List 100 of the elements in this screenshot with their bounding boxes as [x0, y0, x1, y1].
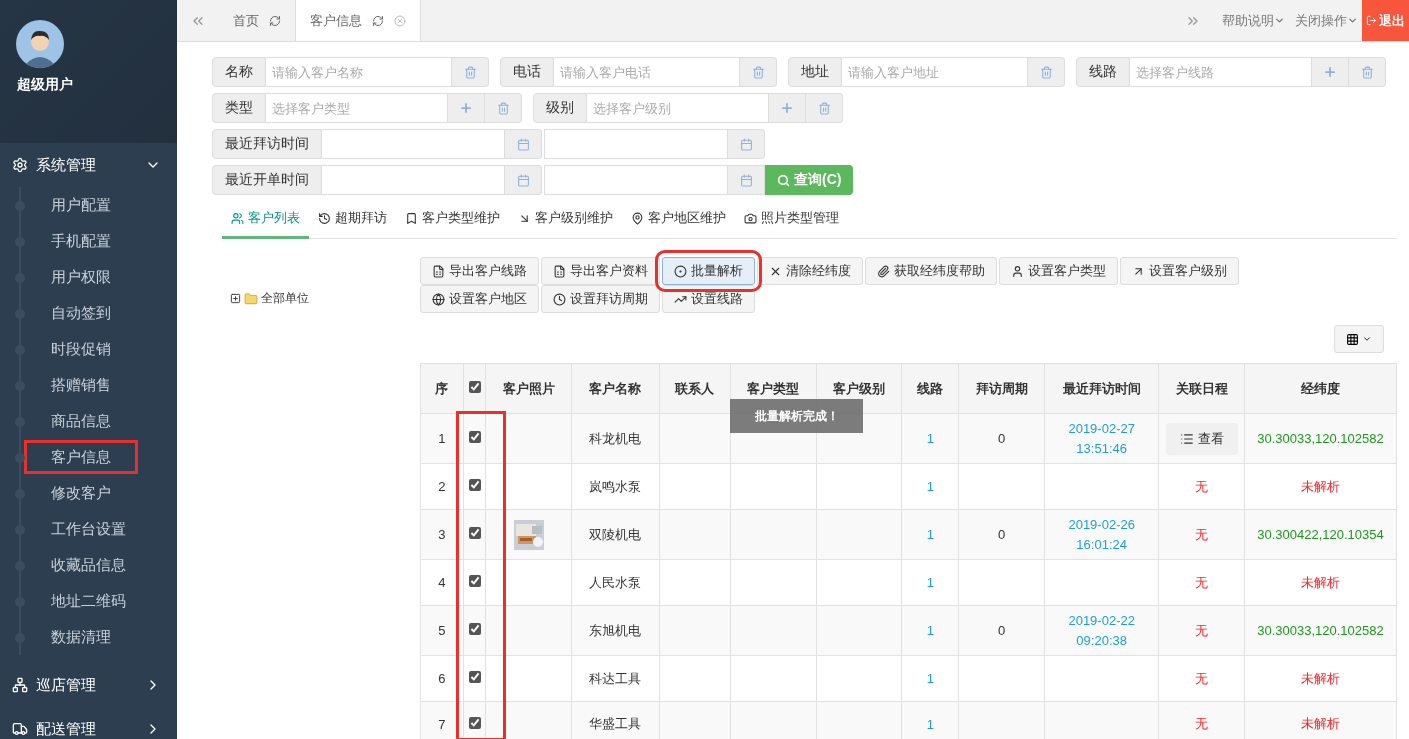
row-checkbox[interactable] — [468, 431, 481, 443]
column-header: 序 — [420, 363, 464, 414]
tab[interactable]: 客户地区维护 — [622, 201, 735, 239]
trash-icon — [817, 101, 831, 115]
calendar-icon — [516, 173, 530, 187]
menu-item[interactable]: 自动签到 — [24, 296, 138, 330]
action-button[interactable]: 获取经纬度帮助 — [865, 257, 997, 285]
action-button[interactable]: 导出客户线路 — [420, 257, 539, 285]
tab[interactable]: 客户列表 — [222, 201, 309, 239]
columns-button[interactable] — [1334, 325, 1384, 353]
row-checkbox[interactable] — [468, 623, 481, 635]
table-cell: 双陵机电 — [589, 526, 642, 542]
plus-icon — [780, 101, 794, 115]
input-field[interactable]: 选择客户级别 — [587, 93, 769, 123]
close-icon[interactable] — [394, 14, 406, 27]
row-checkbox[interactable] — [468, 479, 481, 491]
tab[interactable]: 超期拜访 — [309, 201, 396, 239]
logout-icon — [1366, 15, 1377, 26]
delete-button[interactable] — [452, 57, 489, 87]
date-field[interactable] — [322, 165, 505, 195]
calendar-button[interactable] — [728, 129, 765, 159]
coordinates: 30.30033,120.102582 — [1257, 431, 1384, 446]
tab[interactable]: 客户类型维护 — [396, 201, 509, 239]
input-field[interactable]: 选择客户线路 — [1130, 57, 1312, 87]
users-icon — [231, 211, 244, 225]
add-button[interactable] — [1312, 57, 1349, 87]
expand-icon[interactable] — [230, 293, 241, 304]
date-field[interactable] — [544, 165, 728, 195]
menu-item[interactable]: 用户配置 — [24, 188, 138, 222]
input-field[interactable]: 选择客户类型 — [266, 93, 448, 123]
row-checkbox[interactable] — [468, 671, 481, 683]
dropdown-menu[interactable]: 帮助说明 — [1214, 0, 1287, 41]
table-cell: 科达工具 — [589, 670, 642, 686]
history-icon — [318, 211, 331, 225]
menu-item[interactable]: 工作台设置 — [24, 512, 153, 546]
spreadsheet-icon — [432, 264, 445, 278]
delete-button[interactable] — [1349, 57, 1386, 87]
tree-node[interactable]: 全部单位 — [261, 290, 309, 307]
caret-icon — [1347, 15, 1358, 26]
menu-item[interactable]: 用户权限 — [24, 260, 138, 294]
menu-item[interactable]: 地址二维码 — [24, 584, 153, 618]
table-cell: 无 — [1195, 526, 1209, 542]
tab[interactable]: 客户级别维护 — [509, 201, 622, 239]
input-field[interactable]: 请输入客户电话 — [554, 57, 740, 87]
page-tab[interactable]: 客户信息 — [296, 0, 421, 41]
action-button[interactable]: 导出客户资料 — [541, 257, 660, 285]
timeline-dot — [15, 453, 25, 463]
calendar-button[interactable] — [728, 165, 765, 195]
table-cell: 无 — [1195, 574, 1209, 590]
field-label: 地址 — [788, 57, 842, 87]
table-cell: 1 — [438, 431, 446, 446]
menu-item[interactable]: 收藏品信息 — [24, 548, 153, 582]
action-button[interactable]: 设置拜访周期 — [541, 285, 660, 313]
column-header: 联系人 — [659, 363, 731, 414]
input-field[interactable]: 请输入客户地址 — [842, 57, 1028, 87]
action-button[interactable]: 设置客户级别 — [1120, 257, 1239, 285]
add-button[interactable] — [448, 93, 485, 123]
menu-item[interactable]: 时段促销 — [24, 332, 138, 366]
globe-icon — [432, 292, 445, 306]
settings-icon — [12, 157, 28, 173]
input-field[interactable]: 请输入客户名称 — [266, 57, 452, 87]
delete-button[interactable] — [806, 93, 843, 123]
action-button[interactable]: 设置客户地区 — [420, 285, 539, 313]
menu-item[interactable]: 修改客户 — [24, 476, 138, 510]
menu-item[interactable]: 商品信息 — [24, 404, 138, 438]
action-button[interactable]: 清除经纬度 — [757, 257, 863, 285]
dropdown-menu[interactable]: 关闭操作 — [1287, 0, 1360, 41]
add-button[interactable] — [769, 93, 806, 123]
calendar-button[interactable] — [505, 129, 542, 159]
menu-item[interactable]: 搭赠销售 — [24, 368, 138, 402]
calendar-icon — [516, 137, 530, 151]
menu-group[interactable]: 配送管理 — [0, 707, 177, 739]
table-cell: 无 — [1195, 670, 1209, 686]
delete-button[interactable] — [485, 93, 522, 123]
date-field[interactable] — [544, 129, 728, 159]
table-cell: 3 — [438, 527, 446, 542]
coordinates: 30.30033,120.102582 — [1257, 623, 1384, 638]
delete-button[interactable] — [740, 57, 777, 87]
table-cell: 0 — [998, 623, 1006, 638]
row-checkbox[interactable] — [468, 575, 481, 587]
date-field[interactable] — [322, 129, 505, 159]
view-button[interactable]: 查看 — [1165, 422, 1238, 455]
menu-group[interactable]: 系统管理 — [0, 143, 177, 187]
folder-icon — [244, 291, 258, 306]
table-cell: 未解析 — [1300, 574, 1340, 590]
delete-button[interactable] — [1028, 57, 1065, 87]
person-icon — [1011, 264, 1024, 278]
field-label: 类型 — [212, 93, 266, 123]
menu-item[interactable]: 数据清理 — [24, 620, 138, 654]
row-checkbox[interactable] — [468, 527, 481, 539]
menu-group[interactable]: 巡店管理 — [0, 663, 177, 707]
calendar-button[interactable] — [505, 165, 542, 195]
table-cell: 2 — [438, 479, 446, 494]
caret-icon — [1274, 15, 1285, 26]
tab[interactable]: 照片类型管理 — [735, 201, 848, 239]
select-all-checkbox[interactable] — [468, 381, 481, 393]
action-button[interactable]: 设置客户类型 — [999, 257, 1118, 285]
row-checkbox[interactable] — [468, 716, 481, 729]
menu-item[interactable]: 客户信息 — [24, 440, 138, 474]
menu-item[interactable]: 手机配置 — [24, 224, 138, 258]
